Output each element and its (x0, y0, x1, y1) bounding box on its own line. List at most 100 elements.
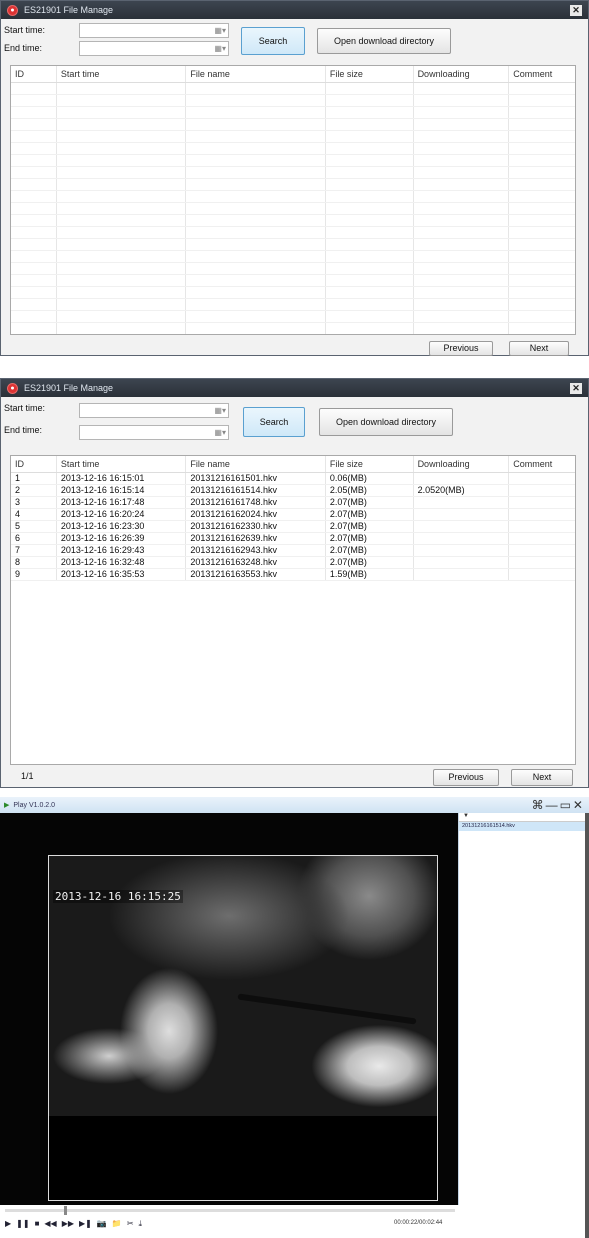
cell-file-size: 2.07(MB) (326, 533, 414, 544)
search-button[interactable]: Search (243, 407, 305, 437)
table-row[interactable]: 8 2013-12-16 16:32:48 20131216163248.hkv 2.… (11, 557, 575, 569)
cell-empty (414, 143, 510, 154)
cell-empty (326, 95, 414, 106)
cell-downloading (414, 497, 510, 508)
cell-empty (186, 311, 326, 322)
cell-empty (509, 251, 575, 262)
cell-empty (11, 191, 57, 202)
end-time-label: End time: (4, 43, 43, 53)
next-button[interactable]: Next (511, 769, 573, 786)
cell-empty (509, 311, 575, 322)
previous-button[interactable]: Previous (429, 341, 493, 356)
cell-empty (186, 215, 326, 226)
cell-empty (186, 275, 326, 286)
table-row[interactable]: 4 2013-12-16 16:20:24 20131216162024.hkv 2.… (11, 509, 575, 521)
rewind-icon[interactable]: ◀◀ (44, 1219, 56, 1229)
step-frame-icon[interactable]: ▶❚ (79, 1219, 92, 1229)
col-comment[interactable]: Comment (509, 456, 575, 472)
cell-file-size: 2.07(MB) (326, 545, 414, 556)
download-icon[interactable]: ⤓ (139, 1219, 143, 1229)
open-download-directory-button[interactable]: Open download directory (317, 28, 451, 54)
cell-file-size: 2.07(MB) (326, 557, 414, 568)
folder-icon[interactable]: 📁 (112, 1219, 122, 1229)
stop-icon[interactable]: ■ (35, 1219, 40, 1229)
col-id[interactable]: ID (11, 456, 57, 472)
cell-empty (326, 203, 414, 214)
end-time-field[interactable]: ▦▾ (79, 41, 229, 56)
open-download-directory-button[interactable]: Open download directory (319, 408, 453, 436)
vertical-scrollbar[interactable] (585, 813, 589, 1238)
control-buttons: ▶ ❚❚ ■ ◀◀ ▶▶ ▶❚ 📷 📁 ✂ ⤓ (5, 1219, 142, 1229)
fast-forward-icon[interactable]: ▶▶ (62, 1219, 74, 1229)
col-downloading[interactable]: Downloading (414, 66, 510, 82)
table-row[interactable]: 3 2013-12-16 16:17:48 20131216161748.hkv 2.… (11, 497, 575, 509)
calendar-dropdown-icon[interactable]: ▦▾ (208, 44, 226, 53)
col-file-size[interactable]: File size (326, 66, 414, 82)
table-row-empty (11, 119, 575, 131)
col-id[interactable]: ID (11, 66, 57, 82)
video-frame: 2013-12-16 16:15:25 (48, 855, 438, 1201)
cell-downloading (414, 557, 510, 568)
col-start-time[interactable]: Start time (57, 456, 187, 472)
table-row[interactable]: 6 2013-12-16 16:26:39 20131216162639.hkv 2.… (11, 533, 575, 545)
window-controls[interactable]: ⌘—▭✕ (532, 798, 585, 812)
table-row[interactable]: 7 2013-12-16 16:29:43 20131216162943.hkv 2.… (11, 545, 575, 557)
table-row[interactable]: 9 2013-12-16 16:35:53 20131216163553.hkv 1.… (11, 569, 575, 581)
table-row-empty (11, 323, 575, 334)
cell-empty (509, 227, 575, 238)
calendar-dropdown-icon[interactable]: ▦▾ (208, 26, 226, 35)
seek-thumb[interactable] (63, 1206, 67, 1215)
col-file-size[interactable]: File size (326, 456, 414, 472)
cell-start-time: 2013-12-16 16:17:48 (57, 497, 187, 508)
close-icon[interactable]: ✕ (570, 382, 582, 394)
table-row[interactable]: 1 2013-12-16 16:15:01 20131216161501.hkv 0.… (11, 473, 575, 485)
video-area[interactable]: 2013-12-16 16:15:25 (0, 813, 458, 1205)
close-icon[interactable]: ✕ (570, 4, 582, 16)
cell-empty (57, 299, 187, 310)
col-file-name[interactable]: File name (186, 66, 326, 82)
table-row-empty (11, 227, 575, 239)
osd-timestamp: 2013-12-16 16:15:25 (53, 890, 183, 903)
table-row-empty (11, 263, 575, 275)
cell-id: 2 (11, 485, 57, 496)
cell-empty (414, 287, 510, 298)
table-row[interactable]: 2 2013-12-16 16:15:14 20131216161514.hkv 2.… (11, 485, 575, 497)
col-comment[interactable]: Comment (509, 66, 575, 82)
end-time-field[interactable]: ▦▾ (79, 425, 229, 440)
cell-empty (414, 251, 510, 262)
play-icon[interactable]: ▶ (5, 1219, 11, 1229)
cell-empty (326, 251, 414, 262)
table-row-empty (11, 143, 575, 155)
pause-icon[interactable]: ❚❚ (16, 1219, 29, 1229)
table-row[interactable]: 5 2013-12-16 16:23:30 20131216162330.hkv 2.… (11, 521, 575, 533)
playlist-item[interactable]: 20131216161514.hkv (459, 822, 586, 831)
playlist-header[interactable]: ▼ (459, 813, 586, 822)
start-time-field[interactable]: ▦▾ (79, 23, 229, 38)
col-file-name[interactable]: File name (186, 456, 326, 472)
cell-empty (186, 143, 326, 154)
cell-empty (326, 323, 414, 334)
cell-empty (186, 287, 326, 298)
previous-button[interactable]: Previous (433, 769, 499, 786)
cell-empty (414, 263, 510, 274)
cell-empty (509, 215, 575, 226)
calendar-dropdown-icon[interactable]: ▦▾ (208, 428, 226, 437)
cell-empty (414, 215, 510, 226)
next-button[interactable]: Next (509, 341, 569, 356)
title-bar: ● ES21901 File Manage ✕ (1, 1, 588, 19)
table-row-empty (11, 155, 575, 167)
cut-icon[interactable]: ✂ (127, 1219, 134, 1229)
cell-empty (11, 107, 57, 118)
col-start-time[interactable]: Start time (57, 66, 187, 82)
col-downloading[interactable]: Downloading (414, 456, 510, 472)
search-button[interactable]: Search (241, 27, 305, 55)
cell-empty (414, 227, 510, 238)
seek-bar[interactable] (5, 1206, 455, 1215)
cell-empty (326, 275, 414, 286)
calendar-dropdown-icon[interactable]: ▦▾ (208, 406, 226, 415)
cell-empty (509, 323, 575, 334)
cell-empty (326, 107, 414, 118)
snapshot-icon[interactable]: 📷 (97, 1219, 107, 1229)
cell-empty (186, 95, 326, 106)
start-time-field[interactable]: ▦▾ (79, 403, 229, 418)
